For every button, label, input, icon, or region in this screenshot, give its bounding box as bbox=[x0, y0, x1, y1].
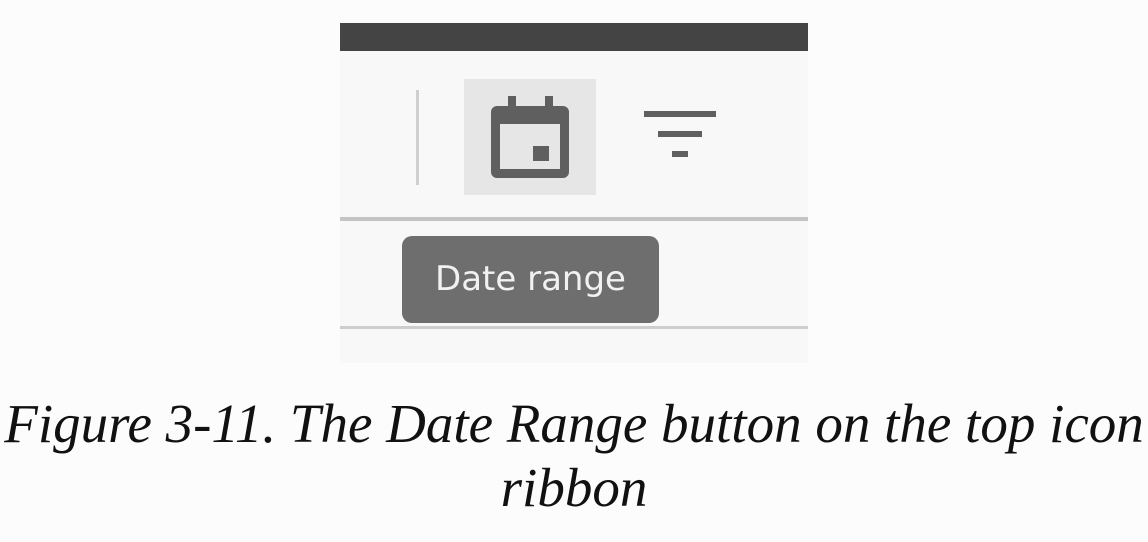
ribbon-border bbox=[340, 217, 808, 221]
figure-caption: Figure 3-11. The Date Range button on th… bbox=[4, 393, 1144, 518]
figure-label: Figure 3-11 bbox=[4, 393, 263, 454]
filter-icon bbox=[644, 111, 716, 157]
date-range-tooltip: Date range bbox=[402, 236, 659, 323]
calendar-icon bbox=[491, 96, 569, 178]
ribbon-separator bbox=[416, 90, 419, 185]
divider bbox=[340, 326, 808, 329]
date-range-button[interactable] bbox=[464, 79, 596, 195]
ui-screenshot: Date range bbox=[340, 23, 808, 363]
filter-button[interactable] bbox=[636, 103, 720, 167]
figure-caption-text: The Date Range button on the top icon ri… bbox=[289, 393, 1144, 518]
top-bar bbox=[340, 23, 808, 51]
